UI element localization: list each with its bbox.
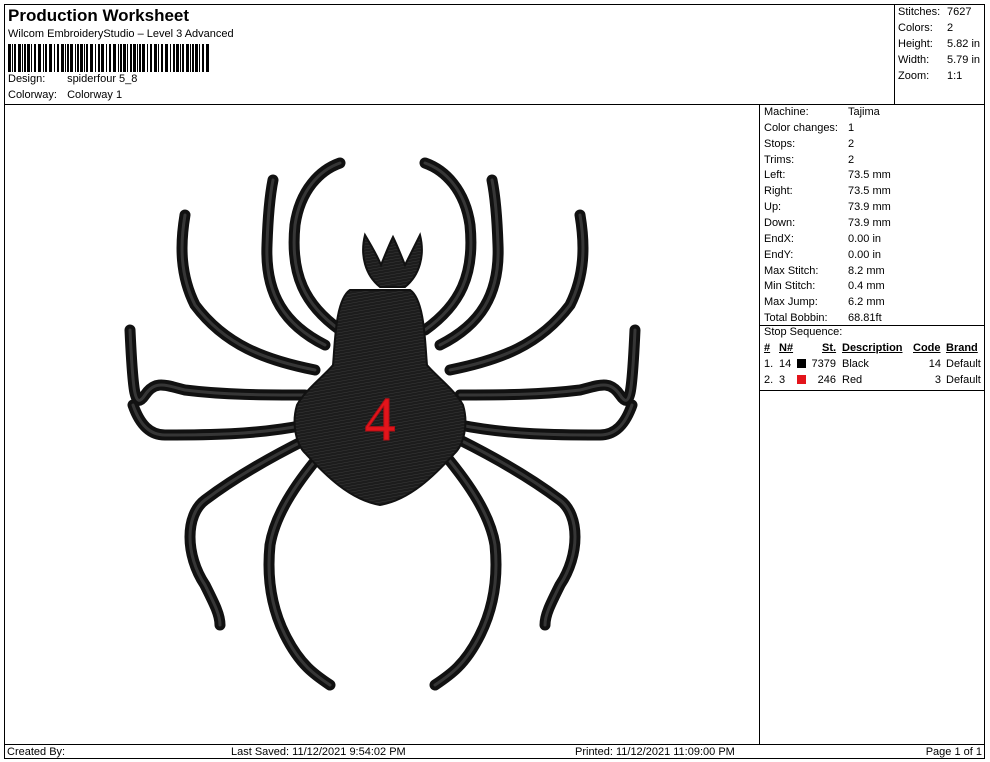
col-header-st: St. (822, 342, 837, 354)
col-header-code: Code (913, 342, 941, 354)
stat-width: Width: 5.79 in (898, 54, 981, 66)
stat-colors: Colors: 2 (898, 22, 954, 34)
info-max-stitch: Max Stitch: 8.2 mm (764, 265, 885, 277)
info-endx: EndX: 0.00 in (764, 233, 882, 245)
design-number: 4 (365, 386, 396, 454)
info-down: Down: 73.9 mm (764, 217, 891, 229)
design-label: Design: (8, 73, 46, 85)
table-bottom-divider (760, 390, 985, 391)
color-swatch-black (797, 359, 806, 368)
info-machine: Machine: Tajima (764, 106, 880, 118)
design-canvas: 4 (5, 105, 760, 745)
info-min-stitch: Min Stitch: 0.4 mm (764, 280, 885, 292)
design-value: spiderfour 5_8 (67, 73, 138, 85)
colorway-value: Colorway 1 (67, 89, 123, 101)
info-color-changes: Color changes: 1 (764, 122, 855, 134)
design-row: Design: spiderfour 5_8 (8, 73, 137, 85)
info-up: Up: 73.9 mm (764, 201, 891, 213)
col-header-brand: Brand (946, 342, 978, 354)
design-stats: Stitches: 7627 Colors: 2 Height: 5.82 in Wi… (895, 4, 985, 105)
stop-sequence-title: Stop Sequence: (764, 326, 843, 338)
colorway-row: Colorway: Colorway 1 (8, 89, 122, 101)
info-right: Right: 73.5 mm (764, 185, 891, 197)
worksheet-footer: Created By: Last Saved: 11/12/2021 9:54:… (4, 744, 985, 759)
info-endy: EndY: 0.00 in (764, 249, 882, 261)
col-header-description: Description (842, 342, 903, 354)
software-name: Wilcom EmbroideryStudio – Level 3 Advanc… (8, 28, 234, 40)
col-header-n: N# (779, 342, 794, 354)
colorway-label: Colorway: (8, 89, 57, 101)
printed-date: Printed: 11/12/2021 11:09:00 PM (575, 746, 735, 758)
stat-stitches: Stitches: 7627 (898, 6, 972, 18)
info-max-jump: Max Jump: 6.2 mm (764, 296, 885, 308)
color-swatch-red (797, 375, 806, 384)
last-saved: Last Saved: 11/12/2021 9:54:02 PM (231, 746, 406, 758)
info-stops: Stops: 2 (764, 138, 855, 150)
spider-design: 4 (124, 157, 641, 691)
page-number: Page 1 of 1 (925, 746, 982, 758)
stat-height: Height: 5.82 in (898, 38, 981, 50)
info-trims: Trims: 2 (764, 154, 855, 166)
worksheet-title: Production Worksheet (8, 6, 190, 25)
barcode-image (8, 44, 209, 72)
spider-head (362, 232, 423, 288)
col-header-num: # (764, 342, 771, 354)
worksheet-header: Production Worksheet Wilcom EmbroiderySt… (4, 4, 895, 105)
info-left: Left: 73.5 mm (764, 169, 891, 181)
info-total-bobbin: Total Bobbin: 68.81ft (764, 312, 882, 324)
stat-zoom: Zoom: 1:1 (898, 70, 963, 82)
created-by: Created By: (7, 746, 66, 758)
